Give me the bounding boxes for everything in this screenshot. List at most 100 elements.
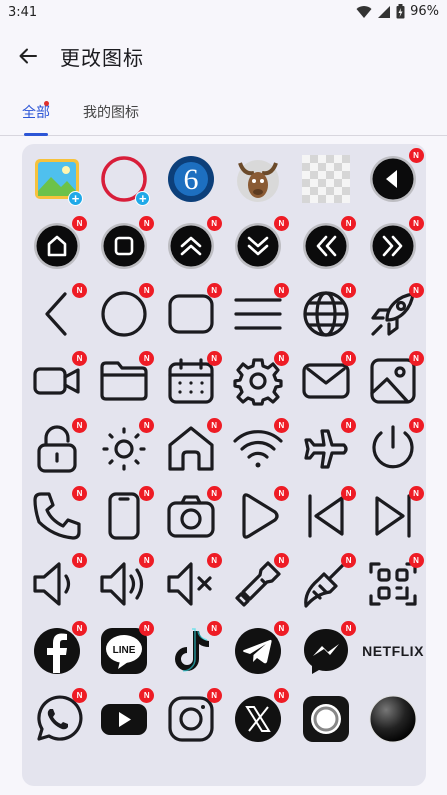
icon-option[interactable] (90, 753, 157, 787)
icon-option[interactable]: N (158, 685, 225, 752)
new-badge: N (341, 485, 357, 501)
icon-option[interactable] (225, 145, 292, 212)
dark-sphere-icon (369, 695, 417, 742)
icon-option[interactable]: N (360, 415, 427, 482)
icon-option[interactable] (360, 685, 427, 752)
icon-option[interactable] (225, 753, 292, 787)
icon-option[interactable]: N (158, 348, 225, 415)
battery-percent: 96% (410, 4, 439, 19)
new-badge: N (341, 418, 357, 433)
new-badge: N (273, 688, 289, 703)
new-badge: N (408, 283, 424, 298)
icon-option[interactable]: N (90, 685, 157, 752)
icon-option[interactable]: N (90, 415, 157, 482)
icon-option[interactable] (292, 753, 359, 787)
icon-option[interactable]: + (90, 145, 157, 212)
icon-option[interactable]: N (360, 550, 427, 617)
tab-new-dot (44, 101, 49, 106)
moose-icon (237, 159, 280, 202)
icon-option[interactable]: N (23, 550, 90, 617)
wifi-status-icon (356, 5, 372, 18)
icon-option[interactable]: N (23, 415, 90, 482)
icon-option[interactable]: N (225, 280, 292, 347)
icon-option[interactable]: N (292, 280, 359, 347)
icon-option[interactable]: N (158, 213, 225, 280)
icon-option[interactable]: 6 (158, 145, 225, 212)
new-badge: N (408, 215, 424, 231)
icon-option[interactable]: N (90, 280, 157, 347)
icon-option[interactable]: N (292, 483, 359, 550)
battery-status-icon (396, 4, 405, 19)
new-badge: N (408, 148, 424, 163)
icon-option[interactable]: N (158, 618, 225, 685)
icon-option[interactable]: N (23, 213, 90, 280)
icon-option[interactable]: N (292, 618, 359, 685)
icon-option[interactable]: N (292, 550, 359, 617)
palm-plant-icon (300, 760, 352, 786)
icon-option[interactable]: N (225, 213, 292, 280)
icon-option[interactable]: N (23, 280, 90, 347)
icon-option[interactable]: N (292, 213, 359, 280)
new-badge: N (139, 350, 155, 366)
icon-option[interactable] (292, 145, 359, 212)
new-badge: N (408, 418, 424, 433)
icon-option[interactable]: + (23, 145, 90, 212)
icon-option[interactable] (23, 753, 90, 787)
new-badge: N (139, 418, 155, 433)
new-badge: N (408, 553, 424, 568)
new-badge: N (341, 553, 357, 568)
status-icons: 96% (356, 4, 439, 19)
icon-option[interactable] (360, 753, 427, 787)
icon-option[interactable]: N (158, 550, 225, 617)
icon-option[interactable]: N (360, 280, 427, 347)
icon-option[interactable]: N (360, 348, 427, 415)
new-badge: N (72, 418, 87, 433)
icon-option[interactable]: N (292, 348, 359, 415)
icon-option[interactable]: N (23, 483, 90, 550)
add-badge: + (68, 191, 83, 206)
icon-option[interactable]: N (225, 348, 292, 415)
icon-option[interactable] (158, 753, 225, 787)
new-badge: N (273, 553, 289, 568)
icon-option[interactable]: N (23, 348, 90, 415)
icon-option[interactable]: N (225, 550, 292, 617)
new-badge: N (206, 553, 222, 568)
icon-option[interactable]: N (158, 415, 225, 482)
new-badge: N (72, 283, 87, 298)
transparent-icon (301, 154, 350, 203)
icon-option[interactable]: N (158, 483, 225, 550)
new-badge: N (206, 350, 222, 366)
brick-icon (31, 760, 83, 786)
back-button[interactable] (12, 40, 44, 72)
new-badge: N (206, 283, 222, 298)
icon-option[interactable] (292, 685, 359, 752)
tab-my-icons[interactable]: 我的图标 (83, 102, 139, 122)
svg-text:6: 6 (184, 163, 199, 196)
icon-option[interactable]: N (158, 280, 225, 347)
new-badge: N (139, 688, 155, 703)
icon-option[interactable]: N (360, 213, 427, 280)
new-badge: N (273, 620, 289, 636)
icon-option[interactable]: N (360, 483, 427, 550)
icon-grid-panel[interactable]: + +6 N N N N N N N N N N N N N N N N N N N N N N N N N N N N N N N N N N N N N… (22, 144, 426, 786)
icon-option[interactable]: N (23, 618, 90, 685)
icon-option[interactable]: LINE N (90, 618, 157, 685)
icon-option[interactable]: N (23, 685, 90, 752)
new-badge: N (408, 350, 424, 366)
icon-option[interactable]: N (225, 618, 292, 685)
icon-option[interactable]: N (225, 415, 292, 482)
icon-option[interactable]: N (225, 483, 292, 550)
new-badge: N (139, 485, 155, 501)
new-badge: N (139, 553, 155, 568)
new-badge: N (72, 215, 87, 231)
icon-option[interactable]: N (90, 213, 157, 280)
icon-option[interactable]: NETFLIX (360, 618, 427, 685)
icon-option[interactable]: N (90, 550, 157, 617)
icon-option[interactable]: N (90, 348, 157, 415)
icon-option[interactable]: N (360, 145, 427, 212)
new-badge: N (72, 485, 87, 501)
icon-option[interactable]: N (225, 685, 292, 752)
color-swatch-icon (98, 760, 150, 786)
icon-option[interactable]: N (292, 415, 359, 482)
icon-option[interactable]: N (90, 483, 157, 550)
